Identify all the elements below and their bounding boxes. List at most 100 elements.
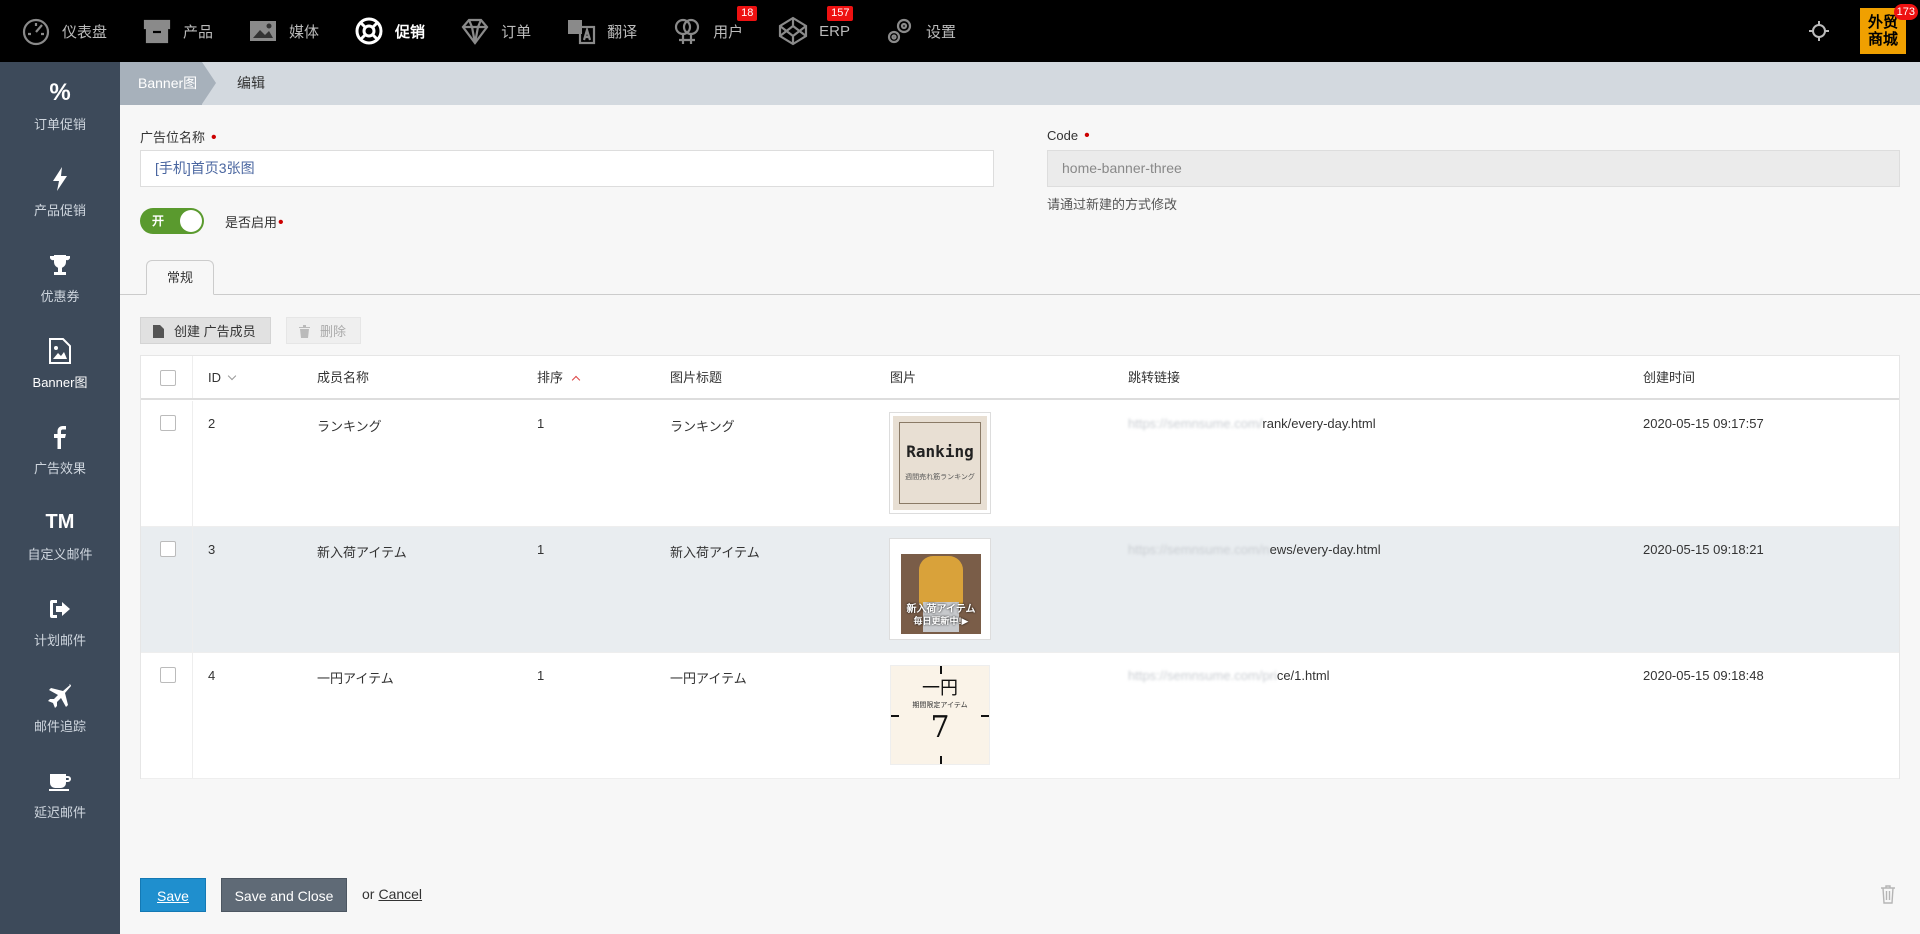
topnav-products[interactable]: 产品 [121, 0, 213, 62]
create-ad-member-button[interactable]: 创建 广告成员 [140, 317, 271, 344]
picture-icon [47, 336, 73, 366]
tab-divider [120, 294, 1920, 295]
column-header-sort-label: 排序 [537, 370, 564, 385]
enabled-toggle[interactable]: 开 [140, 208, 204, 234]
row-checkbox-cell [141, 653, 193, 778]
sidebar-item-coupons[interactable]: 优惠券 [0, 234, 120, 320]
column-header-link[interactable]: 跳转链接 [1128, 356, 1180, 400]
table-row[interactable]: 4 一円アイテム 1 一円アイテム 一円 期間限定アイテム 7 https://… [141, 653, 1899, 779]
gears-icon [887, 18, 912, 44]
topnav-label: 促销 [395, 23, 426, 41]
sidebar-item-label: 邮件追踪 [33, 718, 86, 734]
tm-icon: TM [45, 511, 75, 533]
topnav-erp[interactable]: ERP 157 [757, 0, 854, 62]
topnav-label: ERP [819, 22, 850, 40]
gender-icon [674, 18, 700, 44]
topnav-dashboard[interactable]: 仪表盘 [0, 0, 107, 62]
select-all-checkbox[interactable] [160, 370, 176, 386]
crosshair-icon[interactable] [1808, 20, 1830, 42]
sidebar-item-banners[interactable]: Banner图 [0, 320, 120, 406]
topnav-label: 用户 [713, 23, 744, 41]
required-mark: • [211, 129, 217, 146]
link-hidden-part: https://semnsume.com/n [1128, 542, 1270, 557]
cell-link[interactable]: https://semnsume.com/news/every-day.html [1128, 542, 1381, 557]
erp-count-badge: 157 [827, 6, 854, 21]
enabled-label: 是否启用• [225, 212, 284, 232]
topnav-users[interactable]: 用户 18 [651, 0, 758, 62]
sidebar-item-order-promotions[interactable]: % 订单促销 [0, 62, 120, 148]
code-input: home-banner-three [1047, 150, 1900, 187]
cell-link[interactable]: https://semnsume.com/price/1.html [1128, 668, 1330, 683]
create-ad-member-label: 创建 广告成员 [174, 324, 256, 339]
save-and-close-button[interactable]: Save and Close [221, 878, 347, 912]
store-button[interactable]: 外贸 商城 173 [1860, 4, 1918, 54]
sidebar-item-ad-performance[interactable]: 广告效果 [0, 406, 120, 492]
cell-id: 2 [208, 416, 216, 431]
coffee-icon [47, 766, 73, 796]
breadcrumb-edit: 编辑 [237, 75, 265, 91]
column-header-sort[interactable]: 排序 [537, 356, 581, 400]
delete-button[interactable]: 删除 [286, 317, 362, 344]
sidebar-item-delayed-mail[interactable]: 延迟邮件 [0, 750, 120, 836]
sidebar-item-mail-tracking[interactable]: 邮件追踪 [0, 664, 120, 750]
column-header-created[interactable]: 创建时间 [1643, 356, 1695, 400]
column-header-id-label: ID [208, 370, 221, 385]
top-navigation-bar: 仪表盘 产品 媒体 促销 订单 翻译 用户 18 ERP 157 设置 外贸 商… [0, 0, 1920, 62]
thumbnail-subtitle: 週間売れ筋ランキング [905, 474, 975, 481]
topnav-promotions[interactable]: 促销 [333, 0, 425, 62]
row-checkbox[interactable] [160, 667, 176, 683]
banner-thumbnail-one-yen[interactable]: 一円 期間限定アイテム 7 [890, 665, 990, 765]
cell-sort: 1 [537, 416, 545, 431]
topnav-label: 设置 [925, 23, 956, 41]
topnav-translate[interactable]: 翻译 [545, 0, 637, 62]
cell-created: 2020-05-15 09:18:48 [1643, 668, 1764, 683]
thumbnail-subtitle: 期間限定アイテム [912, 702, 968, 709]
row-checkbox[interactable] [160, 415, 176, 431]
sidebar-item-label: 产品促销 [33, 202, 86, 218]
trash-icon[interactable] [1880, 884, 1896, 904]
topnav-orders[interactable]: 订单 [439, 0, 531, 62]
thumbnail-title: Ranking [906, 442, 974, 461]
topnav-settings[interactable]: 设置 [864, 0, 956, 62]
dashboard-icon [22, 18, 50, 46]
column-header-image[interactable]: 图片 [890, 356, 916, 400]
column-header-id[interactable]: ID [208, 356, 237, 400]
table-row[interactable]: 3 新入荷アイテム 1 新入荷アイテム 新入荷アイテム 毎日更新中!▶ http… [141, 527, 1899, 653]
cell-link[interactable]: https://semnsume.com/rank/every-day.html [1128, 416, 1376, 431]
column-header-name[interactable]: 成员名称 [317, 356, 369, 400]
cancel-link[interactable]: Cancel [378, 886, 422, 902]
row-checkbox[interactable] [160, 541, 176, 557]
cell-title: 一円アイテム [670, 671, 747, 686]
code-hint: 请通过新建的方式修改 [1047, 197, 1178, 212]
store-label-line2: 商城 [1867, 31, 1898, 48]
banner-thumbnail-ranking[interactable]: Ranking 週間売れ筋ランキング [889, 412, 991, 514]
column-header-title[interactable]: 图片标题 [670, 356, 722, 400]
archive-box-icon [143, 19, 171, 44]
sidebar-item-scheduled-mail[interactable]: 计划邮件 [0, 578, 120, 664]
table-row[interactable]: 2 ランキング 1 ランキング Ranking 週間売れ筋ランキング https… [141, 401, 1899, 527]
ad-position-name-input[interactable]: [手机]首页3张图 [140, 150, 994, 187]
sidebar-item-custom-mail[interactable]: TM 自定义邮件 [0, 492, 120, 578]
toggle-knob [180, 210, 202, 232]
banner-thumbnail-new-arrivals[interactable]: 新入荷アイテム 毎日更新中!▶ [889, 538, 991, 640]
tab-general[interactable]: 常规 [146, 260, 214, 295]
ad-members-grid: ID 成员名称 排序 图片标题 图片 跳转链接 创建时间 2 ランキング 1 ラ… [140, 355, 1900, 779]
sidebar-item-product-promotions[interactable]: 产品促销 [0, 148, 120, 234]
sort-indicator-icon [227, 371, 237, 381]
breadcrumb-banners[interactable]: Banner图 [120, 62, 216, 105]
topnav-label: 订单 [501, 23, 532, 41]
sidebar-item-label: 优惠券 [40, 288, 80, 304]
link-hidden-part: https://semnsume.com/pri [1128, 668, 1277, 683]
thumbnail-title: 新入荷アイテム [906, 604, 976, 615]
bolt-icon [47, 164, 73, 194]
row-checkbox-cell [141, 401, 193, 526]
diamond-icon [461, 18, 489, 45]
topnav-media[interactable]: 媒体 [227, 0, 319, 62]
cell-id: 4 [208, 668, 216, 683]
or-cancel: or Cancel [362, 886, 422, 902]
save-button[interactable]: Save [140, 878, 206, 912]
cell-name: ランキング [317, 419, 382, 434]
cell-sort: 1 [537, 542, 545, 557]
sidebar-item-label: 延迟邮件 [33, 804, 86, 820]
cell-id: 3 [208, 542, 216, 557]
